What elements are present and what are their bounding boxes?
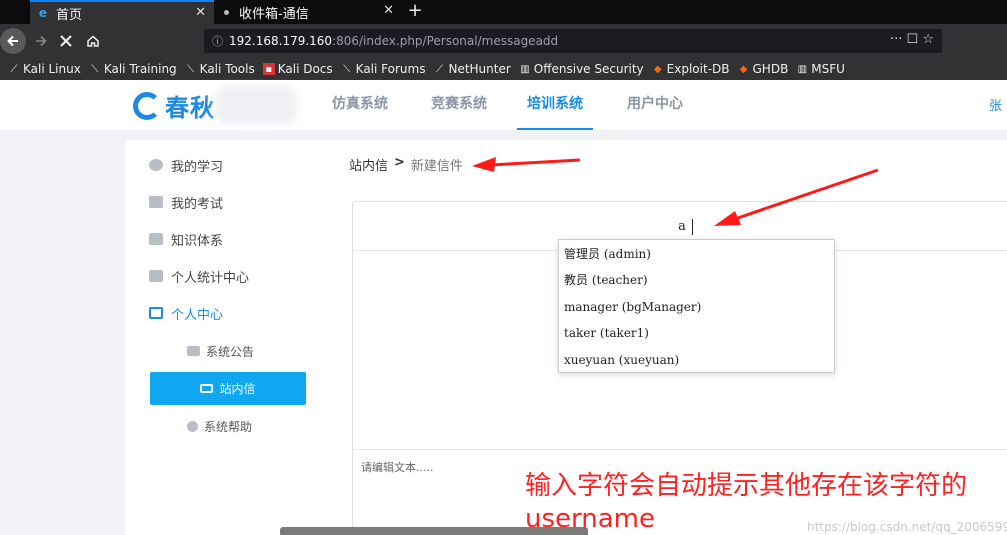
annotation-arrows (472, 157, 879, 226)
watermark: https://blog.csdn.net/qq_20065991 (807, 520, 1007, 534)
horizontal-scrollbar[interactable] (280, 527, 588, 535)
arrow-to-breadcrumb (472, 157, 581, 172)
arrow-to-input (714, 168, 879, 226)
